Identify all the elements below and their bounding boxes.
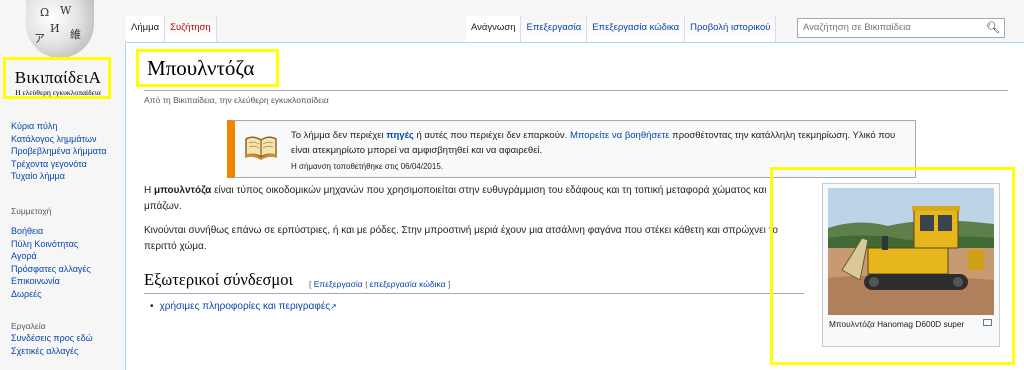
tab-history[interactable]: Προβολή ιστορικού — [685, 16, 777, 42]
section-divider — [144, 293, 804, 294]
title-divider — [144, 90, 1008, 91]
sidebar-item-contents[interactable]: Κατάλογος λημμάτων — [0, 133, 107, 146]
sources-link[interactable]: πηγές — [386, 130, 414, 141]
external-link[interactable]: χρήσιμες πληροφορίες και περιγραφές — [160, 301, 331, 312]
wordmark: ΒικιπαίδειΑ — [14, 68, 102, 87]
sidebar-item-featured[interactable]: Προβεβλημένα λήμματα — [0, 145, 107, 158]
search-icon[interactable]: 🔍︎ — [986, 21, 1000, 34]
bulldozer-image[interactable] — [828, 188, 994, 315]
notice-text-part: ή αυτές που περιέχει δεν επαρκούν. — [413, 130, 570, 141]
sidebar-item-contact[interactable]: Επικοινωνία — [0, 275, 91, 288]
sidebar-item-village-pump[interactable]: Αγορά — [0, 250, 91, 263]
bullet-dot: • — [150, 301, 154, 312]
sidebar-item-related-changes[interactable]: Σχετικές αλλαγές — [0, 345, 93, 358]
para-text: Η — [144, 185, 154, 196]
sidebar-item-community[interactable]: Πύλη Κοινότητας — [0, 238, 91, 251]
view-tabs: Ανάγνωση Επεξεργασία Επεξεργασία κώδικα … — [466, 16, 777, 42]
sidebar-item-main-page[interactable]: Κύρια πύλη — [0, 120, 107, 133]
namespace-tabs: Λήμμα Συζήτηση — [126, 16, 217, 42]
notice-date: Η σήμανση τοποθετήθηκε στις 06/04/2015. — [291, 162, 443, 171]
open-book-icon — [245, 136, 277, 160]
notice-text: Το λήμμα δεν περιέχει πηγές ή αυτές που … — [291, 128, 911, 158]
wikipedia-globe-icon[interactable]: Ω W И 維 ア — [26, 0, 94, 58]
logo-area[interactable]: Ω W И 維 ア ΒικιπαίδειΑ Η ελεύθερη εγκυκλο… — [0, 0, 122, 112]
search-input[interactable]: Αναζήτηση σε Βικιπαίδεια 🔍︎ — [797, 18, 1005, 38]
paragraph-intro: Η μπουλντόζα είναι τύπος οικοδομικών μηχ… — [144, 183, 804, 215]
sidebar-participation-links: Βοήθεια Πύλη Κοινότητας Αγορά Πρόσφατες … — [0, 225, 91, 300]
para-text: είναι τύπος οικοδομικών μηχανών που χρησ… — [144, 185, 767, 212]
external-link-icon: ↗ — [330, 302, 337, 311]
title-highlight: Μπουλντόζα — [136, 49, 279, 87]
section-edit-source-link[interactable]: επεξεργασία κώδικα — [370, 279, 446, 289]
wordmark-highlight: ΒικιπαίδειΑ Η ελεύθερη εγκυκλοπαίδεια — [3, 57, 111, 99]
enlarge-icon[interactable] — [983, 319, 992, 326]
section-heading-external-links: Εξωτερικοί σύνδεσμοι — [144, 270, 293, 289]
sidebar-item-random[interactable]: Τυχαίο λήμμα — [0, 170, 107, 183]
list-item: • χρήσιμες πληροφορίες και περιγραφές↗ — [150, 301, 337, 312]
sidebar-tools-links: Συνδέσεις προς εδώ Σχετικές αλλαγές — [0, 332, 93, 357]
tab-article[interactable]: Λήμμα — [126, 16, 166, 42]
help-link[interactable]: Μπορείτε να βοηθήσετε — [570, 130, 670, 141]
bracket: ] — [445, 279, 451, 289]
tab-talk[interactable]: Συζήτηση — [165, 16, 217, 42]
sidebar-item-recent-changes[interactable]: Πρόσφατες αλλαγές — [0, 263, 91, 276]
wiki-page: Ω W И 維 ア ΒικιπαίδειΑ Η ελεύθερη εγκυκλο… — [0, 0, 1024, 370]
section-edit-link[interactable]: Επεξεργασία — [314, 279, 363, 289]
tab-edit[interactable]: Επεξεργασία — [521, 16, 588, 42]
notice-text-part: Το λήμμα δεν περιέχει — [291, 130, 387, 141]
image-thumbnail: Μπουλντόζα Hanomag D600D super — [822, 183, 1000, 347]
image-caption: Μπουλντόζα Hanomag D600D super — [829, 319, 965, 329]
sidebar-item-donate[interactable]: Δωρεές — [0, 288, 91, 301]
separator: | — [362, 279, 370, 289]
sidebar-item-what-links-here[interactable]: Συνδέσεις προς εδώ — [0, 332, 93, 345]
sidebar-heading-participation: Συμμετοχή — [11, 206, 52, 216]
tab-edit-source[interactable]: Επεξεργασία κώδικα — [587, 16, 686, 42]
sidebar-item-current-events[interactable]: Τρέχοντα γεγονότα — [0, 158, 107, 171]
tagline: Η ελεύθερη εγκυκλοπαίδεια — [15, 88, 101, 97]
sidebar-heading-tools: Εργαλεία — [11, 321, 46, 331]
tab-read[interactable]: Ανάγνωση — [466, 16, 522, 42]
bold-term: μπουλντόζα — [154, 185, 212, 196]
sidebar-main-links: Κύρια πύλη Κατάλογος λημμάτων Προβεβλημέ… — [0, 120, 107, 183]
page-title: Μπουλντόζα — [147, 56, 255, 80]
section-edit-links: [ Επεξεργασία | επεξεργασία κώδικα ] — [309, 279, 450, 289]
sidebar-item-help[interactable]: Βοήθεια — [0, 225, 91, 238]
search-placeholder: Αναζήτηση σε Βικιπαίδεια — [803, 22, 911, 33]
site-subtitle: Από τη Βικιπαίδεια, την ελεύθερη εγκυκλο… — [144, 95, 329, 105]
paragraph-description: Κινούνται συνήθως επάνω σε ερπύστριες, ή… — [144, 225, 778, 252]
